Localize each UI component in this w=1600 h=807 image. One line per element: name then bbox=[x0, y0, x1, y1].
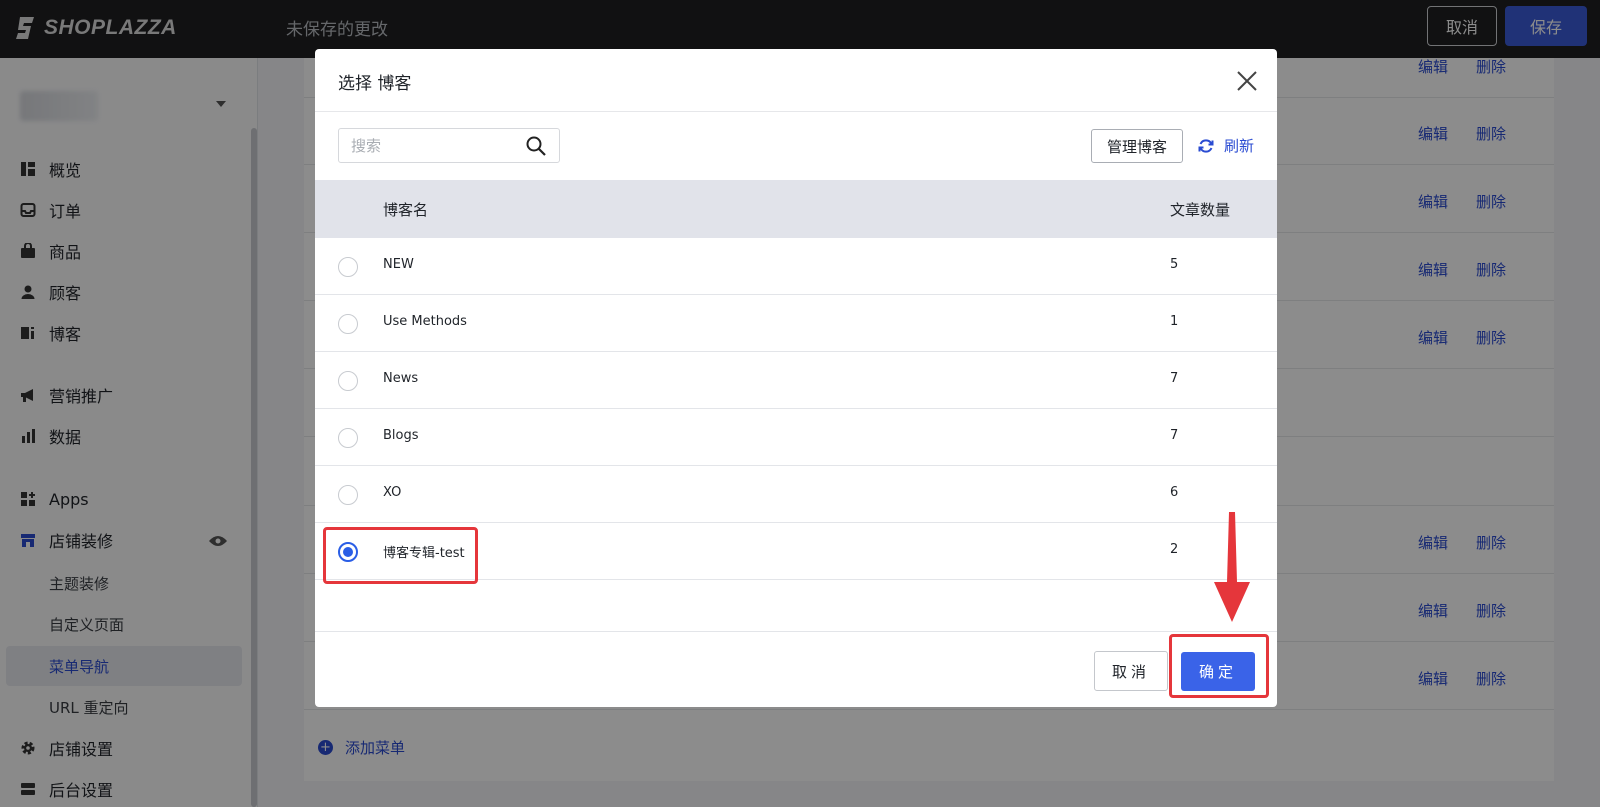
blog-name-cell: XO bbox=[383, 485, 402, 500]
table-row[interactable]: Use Methods 1 bbox=[315, 295, 1277, 352]
article-count-cell: 1 bbox=[1170, 314, 1179, 329]
close-icon[interactable] bbox=[1235, 69, 1259, 93]
blog-name-cell: Use Methods bbox=[383, 314, 467, 329]
dialog-cancel-button[interactable]: 取消 bbox=[1094, 651, 1168, 691]
table-row[interactable]: NEW 5 bbox=[315, 238, 1277, 295]
manage-blogs-button[interactable]: 管理博客 bbox=[1091, 129, 1183, 163]
refresh-button[interactable]: 刷新 bbox=[1198, 135, 1254, 156]
highlight-confirm-button bbox=[1169, 634, 1269, 698]
row-radio[interactable] bbox=[338, 428, 358, 448]
row-radio[interactable] bbox=[338, 371, 358, 391]
table-row[interactable]: XO 6 bbox=[315, 466, 1277, 523]
table-row[interactable]: News 7 bbox=[315, 352, 1277, 409]
refresh-label: 刷新 bbox=[1224, 137, 1255, 155]
select-blog-dialog: 选择 博客 管理博客 刷新 博客名 文章数量 NEW 5 Use Methods… bbox=[315, 49, 1277, 707]
search-field[interactable] bbox=[338, 128, 560, 163]
column-header-article-count: 文章数量 bbox=[1170, 201, 1231, 219]
divider bbox=[315, 631, 1277, 632]
table-row[interactable]: Blogs 7 bbox=[315, 409, 1277, 466]
article-count-cell: 5 bbox=[1170, 257, 1179, 272]
row-radio[interactable] bbox=[338, 314, 358, 334]
blog-name-cell: News bbox=[383, 371, 419, 386]
highlight-selected-row bbox=[323, 527, 478, 584]
article-count-cell: 7 bbox=[1170, 428, 1179, 443]
article-count-cell: 7 bbox=[1170, 371, 1179, 386]
table-header: 博客名 文章数量 bbox=[315, 180, 1277, 238]
blog-name-cell: Blogs bbox=[383, 428, 419, 443]
article-count-cell: 2 bbox=[1170, 542, 1179, 557]
blog-name-cell: NEW bbox=[383, 257, 414, 272]
column-header-blog-name: 博客名 bbox=[383, 201, 429, 219]
arrow-down-icon bbox=[1214, 512, 1250, 622]
search-input[interactable] bbox=[351, 135, 521, 157]
dialog-title: 选择 博客 bbox=[338, 74, 412, 94]
row-radio[interactable] bbox=[338, 485, 358, 505]
article-count-cell: 6 bbox=[1170, 485, 1179, 500]
divider bbox=[315, 111, 1277, 112]
search-icon[interactable] bbox=[525, 135, 547, 157]
row-radio[interactable] bbox=[338, 257, 358, 277]
refresh-icon bbox=[1198, 138, 1214, 153]
